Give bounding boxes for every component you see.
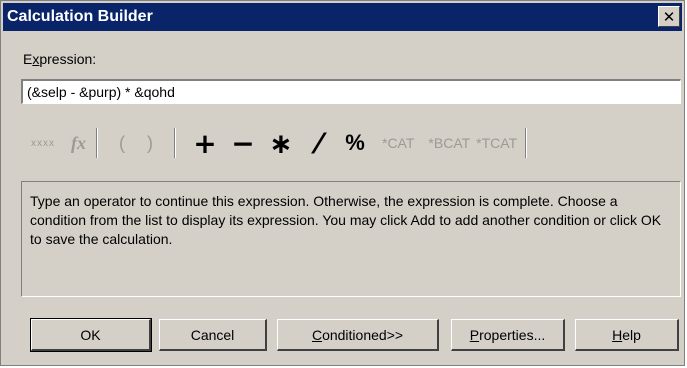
calculation-builder-dialog: Calculation Builder ✕ Expression: xxxx f…	[0, 0, 685, 366]
multiply-button[interactable]: ∗	[262, 127, 300, 160]
close-icon: ✕	[662, 7, 676, 26]
function-icon[interactable]: fx	[71, 133, 86, 154]
help-button-label: Help	[612, 327, 641, 343]
ok-button-label: OK	[80, 326, 101, 343]
cat-button[interactable]: *CAT	[382, 135, 414, 151]
expression-input[interactable]	[21, 79, 681, 104]
help-message-box: Type an operator to continue this expres…	[21, 181, 681, 297]
cancel-button[interactable]: Cancel	[159, 319, 267, 351]
percent-button[interactable]: %	[338, 130, 372, 156]
ok-button[interactable]: OK	[30, 318, 152, 352]
conditioned-rest: onditioned>>	[322, 326, 404, 343]
help-message-text: Type an operator to continue this expres…	[30, 193, 662, 247]
toolbar-separator	[525, 128, 528, 158]
minus-button[interactable]: −	[224, 127, 262, 160]
bcat-button[interactable]: *BCAT	[428, 135, 470, 151]
conditioned-mnemonic: C	[311, 326, 323, 343]
conditioned-button[interactable]: Conditioned>>	[277, 319, 439, 351]
expression-label-rest: pression:	[39, 51, 97, 67]
divide-button[interactable]: ⁄	[300, 127, 338, 160]
properties-mnemonic: P	[469, 326, 480, 343]
title-bar[interactable]: Calculation Builder ✕	[3, 3, 682, 31]
plus-button[interactable]: +	[186, 127, 224, 160]
close-paren-button[interactable]: )	[136, 133, 164, 154]
field-icon[interactable]: xxxx	[31, 138, 55, 149]
window-title: Calculation Builder	[7, 8, 153, 25]
expression-label-first: E	[23, 51, 33, 67]
properties-button-label: Properties...	[470, 327, 545, 343]
close-button[interactable]: ✕	[658, 6, 680, 27]
toolbar-separator	[174, 128, 176, 158]
help-button[interactable]: Help	[575, 319, 679, 351]
tcat-button[interactable]: *TCAT	[476, 135, 517, 151]
toolbar-separator	[96, 128, 98, 158]
properties-button[interactable]: Properties...	[451, 319, 565, 351]
help-rest: elp	[622, 326, 641, 343]
open-paren-button[interactable]: (	[108, 133, 136, 154]
operator-toolbar: xxxx fx ( ) + − ∗ ⁄ % *CAT *BCAT *TCAT	[31, 125, 537, 161]
expression-label: Expression:	[23, 51, 96, 67]
properties-rest: roperties...	[479, 326, 546, 343]
conditioned-button-label: Conditioned>>	[312, 327, 403, 343]
cancel-button-label: Cancel	[190, 326, 235, 343]
help-mnemonic: H	[612, 326, 623, 343]
